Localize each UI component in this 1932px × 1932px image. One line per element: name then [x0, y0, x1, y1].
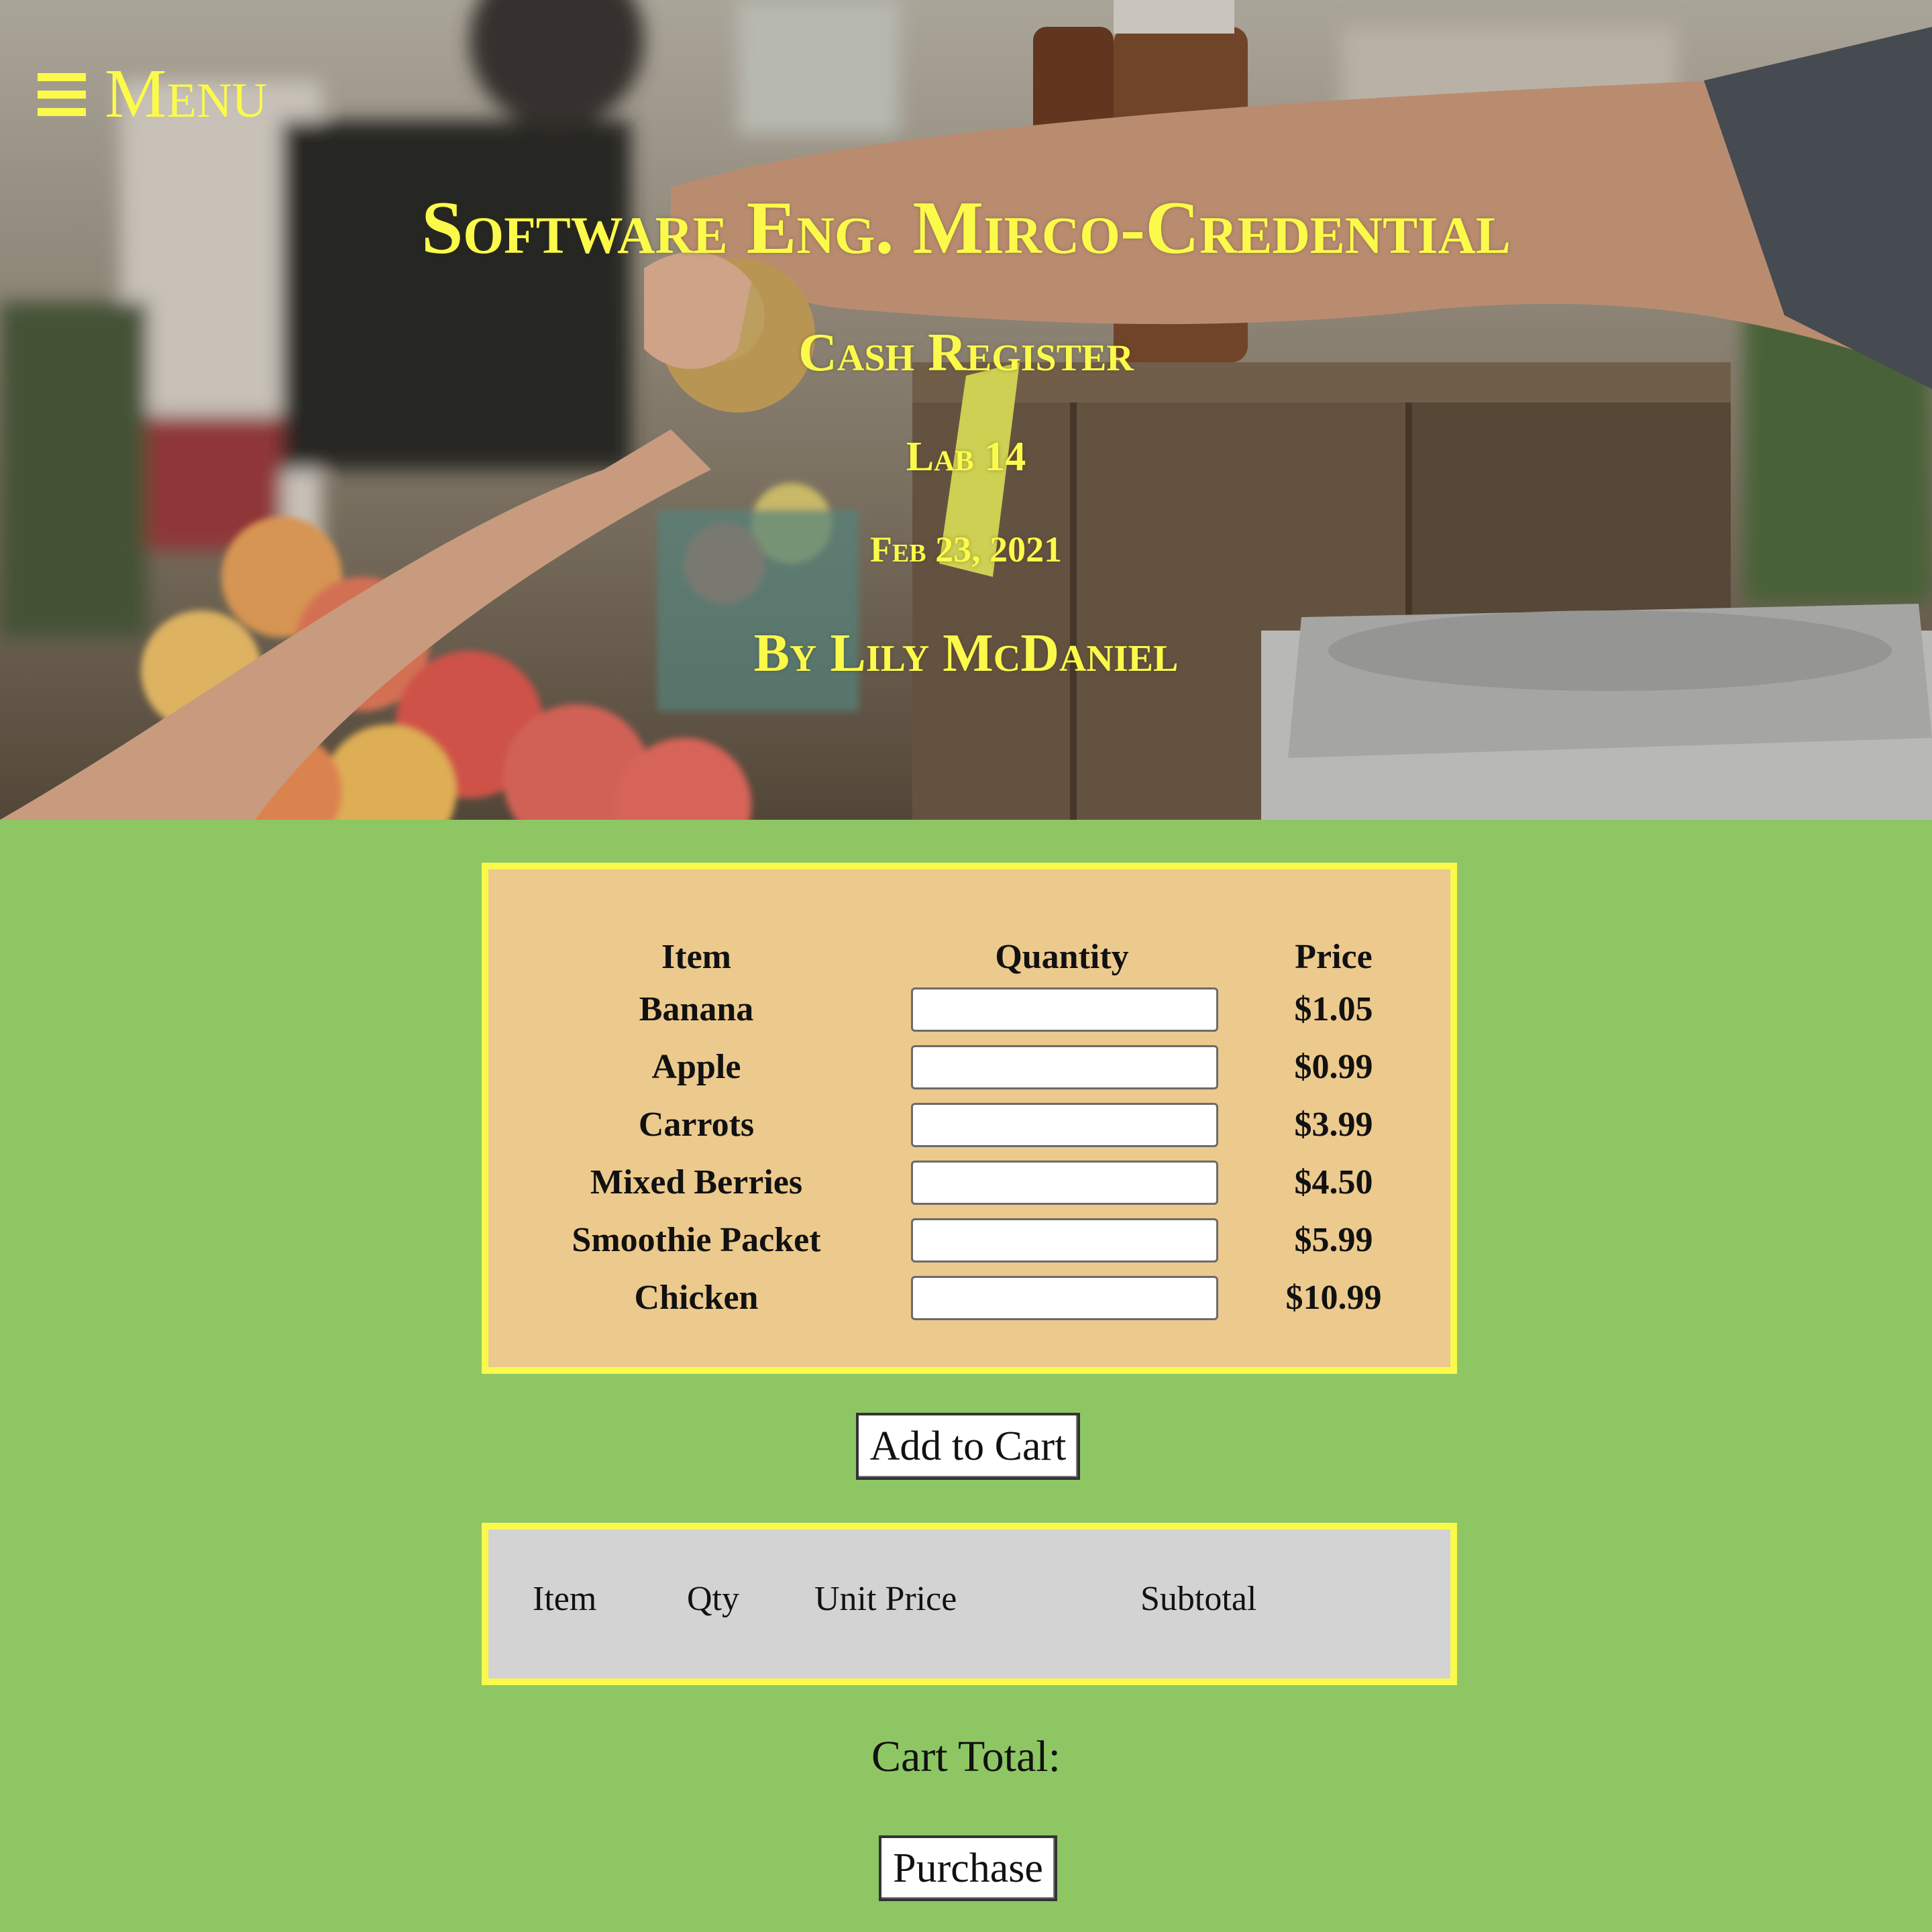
cart-header-subtotal: Subtotal [1140, 1580, 1257, 1618]
hero-banner: Menu Software Eng. Mirco-Credential Cash… [0, 0, 1932, 820]
cart-header-item: Item [533, 1580, 597, 1618]
farmers-market-photo [0, 0, 1932, 820]
cart-panel: Item Qty Unit Price Subtotal [482, 1523, 1457, 1685]
banana-quantity-input[interactable] [911, 987, 1218, 1032]
product-price: $5.99 [1294, 1221, 1373, 1259]
smoothie-packet-quantity-input[interactable] [911, 1218, 1218, 1263]
header-quantity: Quantity [995, 938, 1129, 976]
product-name: Smoothie Packet [572, 1221, 821, 1259]
hamburger-icon[interactable] [38, 70, 86, 117]
cart-header-qty: Qty [687, 1580, 739, 1618]
menu-button[interactable]: Menu [38, 59, 268, 129]
cart-header-unit-price: Unit Price [814, 1580, 957, 1618]
date-label: Feb 23, 2021 [869, 529, 1063, 570]
course-title: Software Eng. Mirco-Credential [421, 186, 1511, 270]
product-name: Banana [639, 990, 754, 1028]
mixed-berries-quantity-input[interactable] [911, 1161, 1218, 1205]
header-price: Price [1295, 938, 1373, 976]
header-item: Item [661, 938, 731, 976]
chicken-quantity-input[interactable] [911, 1276, 1218, 1320]
product-row-banana: Banana $1.05 [488, 981, 1450, 1038]
product-name: Apple [651, 1048, 741, 1086]
cart-total-label: Cart Total: [871, 1732, 1061, 1781]
project-title: Cash Register [798, 323, 1134, 382]
apple-quantity-input[interactable] [911, 1045, 1218, 1089]
product-price: $1.05 [1294, 990, 1373, 1028]
product-price: $4.50 [1294, 1163, 1373, 1201]
product-name: Chicken [634, 1279, 759, 1317]
product-name: Carrots [638, 1106, 755, 1144]
lab-label: Lab 14 [906, 434, 1026, 480]
author-label: By Lily McDaniel [753, 624, 1179, 683]
carrots-quantity-input[interactable] [911, 1103, 1218, 1147]
product-price: $10.99 [1285, 1279, 1382, 1317]
order-table-header: Item Quantity Price [488, 928, 1450, 986]
product-row-mixed-berries: Mixed Berries $4.50 [488, 1154, 1450, 1212]
product-name: Mixed Berries [590, 1163, 803, 1201]
add-to-cart-button[interactable]: Add to Cart [856, 1413, 1080, 1480]
menu-label[interactable]: Menu [105, 59, 268, 129]
product-price: $3.99 [1294, 1106, 1373, 1144]
order-form-panel: Item Quantity Price Banana $1.05 Apple $… [482, 863, 1457, 1374]
product-row-apple: Apple $0.99 [488, 1038, 1450, 1096]
product-row-smoothie-packet: Smoothie Packet $5.99 [488, 1212, 1450, 1269]
product-row-carrots: Carrots $3.99 [488, 1096, 1450, 1154]
purchase-button[interactable]: Purchase [879, 1835, 1057, 1901]
product-price: $0.99 [1294, 1048, 1373, 1086]
product-row-chicken: Chicken $10.99 [488, 1269, 1450, 1327]
